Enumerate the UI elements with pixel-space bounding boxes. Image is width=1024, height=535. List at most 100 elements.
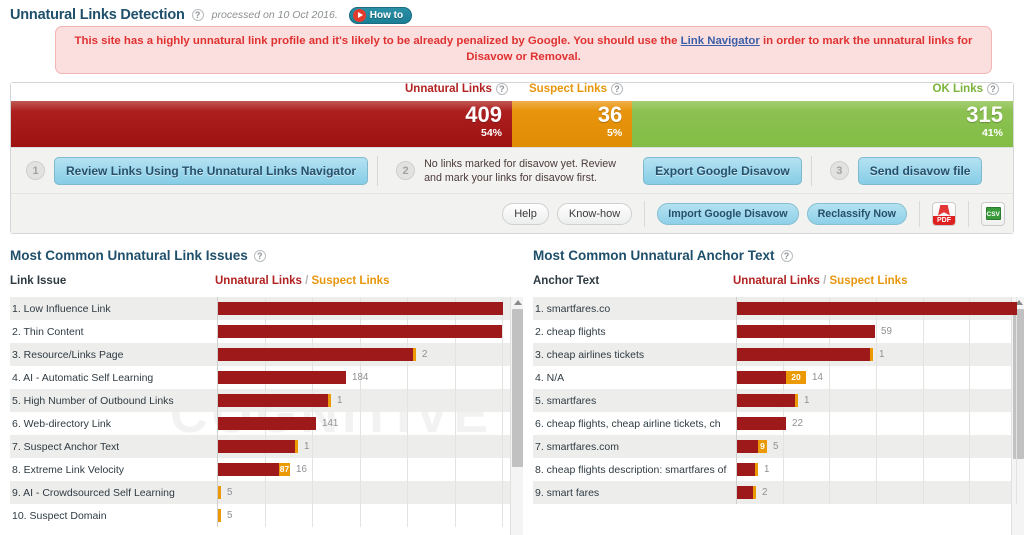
know-how-button[interactable]: Know-how <box>556 202 633 225</box>
question-mark-icon[interactable]: ? <box>987 83 999 95</box>
bar-unnatural-links[interactable] <box>737 302 1017 315</box>
chart-bar-row[interactable]: 1. smartfares.co <box>533 297 1024 320</box>
bar-value-label: 22 <box>792 418 803 429</box>
bar-unnatural-links[interactable] <box>737 348 870 361</box>
chart-bar-row[interactable]: 2. Thin Content <box>10 320 523 343</box>
segment-unnatural-links[interactable]: 409 54% <box>11 101 512 147</box>
bar-value-label: 1 <box>304 441 310 452</box>
chart-bar-row[interactable]: 4. AI - Automatic Self Learning 184 <box>10 366 523 389</box>
how-to-button[interactable]: How to <box>348 6 413 24</box>
review-links-navigator-button[interactable]: Review Links Using The Unnatural Links N… <box>54 156 369 185</box>
bar-unnatural-links[interactable] <box>737 486 753 499</box>
csv-export-icon[interactable]: CSV <box>981 201 1005 226</box>
bar-suspect-links[interactable] <box>218 509 221 522</box>
play-icon <box>352 8 366 22</box>
bar-value-label: 5 <box>227 510 233 521</box>
help-button[interactable]: Help <box>502 202 549 225</box>
segment-suspect-links[interactable]: 36 5% <box>512 101 633 147</box>
bar-suspect-links[interactable]: 87 <box>279 463 290 476</box>
chart-bar-row[interactable]: 1. Low Influence Link <box>10 297 523 320</box>
bar-value-label: 1 <box>879 349 885 360</box>
bar-group <box>737 297 1017 320</box>
chart-bar-row[interactable]: 5. High Number of Outbound Links 1 <box>10 389 523 412</box>
bar-suspect-links[interactable] <box>328 394 331 407</box>
reclassify-now-button[interactable]: Reclassify Now <box>806 202 907 225</box>
segment-ok-links[interactable]: 315 41% <box>632 101 1013 147</box>
question-mark-icon[interactable]: ? <box>780 249 793 262</box>
chart-bar-row[interactable]: 8. cheap flights description: smartfares… <box>533 458 1024 481</box>
question-mark-icon[interactable]: ? <box>191 9 204 21</box>
question-mark-icon[interactable]: ? <box>253 249 266 262</box>
category-label: 1. Low Influence Link <box>12 302 111 315</box>
bar-suspect-links[interactable] <box>413 348 416 361</box>
column-header-link-issue: Link Issue <box>10 275 67 287</box>
bar-unnatural-links[interactable] <box>218 417 316 430</box>
bar-unnatural-links[interactable] <box>737 440 758 453</box>
chart-bar-row[interactable]: 6. cheap flights, cheap airline tickets,… <box>533 412 1024 435</box>
alert-wrapper: This site has a highly unnatural link pr… <box>0 24 1024 74</box>
bar-value-label: 5 <box>773 441 779 452</box>
category-label: 7. Suspect Anchor Text <box>12 440 120 453</box>
chart-bar-row[interactable]: 10. Suspect Domain 5 <box>10 504 523 527</box>
bar-unnatural-links[interactable] <box>737 394 795 407</box>
bar-unnatural-links[interactable] <box>218 348 413 361</box>
bar-group: 59 <box>737 320 892 343</box>
bar-suspect-links[interactable] <box>870 348 873 361</box>
bar-unnatural-links[interactable] <box>218 325 502 338</box>
bar-value-label: 16 <box>296 464 307 475</box>
legend-unnatural-links: Unnatural Links <box>733 275 820 287</box>
question-mark-icon[interactable]: ? <box>610 83 623 95</box>
chart-bar-row[interactable]: 6. Web-directory Link 141 <box>10 412 523 435</box>
bar-suspect-links[interactable]: 20 <box>786 371 806 384</box>
chart-bar-row[interactable]: 5. smartfares 1 <box>533 389 1024 412</box>
chart-scrollbar-left[interactable] <box>510 297 523 535</box>
bar-suspect-links[interactable] <box>755 463 758 476</box>
bar-suspect-links[interactable] <box>795 394 798 407</box>
question-mark-icon[interactable]: ? <box>495 83 508 95</box>
chart-bar-row[interactable]: 3. cheap airlines tickets 1 <box>533 343 1024 366</box>
chart-bar-row[interactable]: 7. smartfares.com 9 5 <box>533 435 1024 458</box>
scrollbar-thumb[interactable] <box>512 309 523 467</box>
chart-title-text: Most Common Unnatural Anchor Text <box>533 248 775 263</box>
bar-group: 2 <box>737 481 767 504</box>
bar-unnatural-links[interactable] <box>737 325 875 338</box>
bar-unnatural-links[interactable] <box>737 371 786 384</box>
scrollbar-thumb[interactable] <box>1013 309 1024 459</box>
bar-group: 184 <box>218 366 368 389</box>
bar-suspect-links[interactable] <box>295 440 298 453</box>
stat-label-ok-text: OK Links <box>932 83 983 95</box>
chart-link-issues-title: Most Common Unnatural Link Issues ? <box>10 248 523 263</box>
chart-bar-row[interactable]: 3. Resource/Links Page 2 <box>10 343 523 366</box>
chart-bar-row[interactable]: 7. Suspect Anchor Text 1 <box>10 435 523 458</box>
chart-bar-row[interactable]: 4. N/A 20 14 <box>533 366 1024 389</box>
divider <box>968 200 969 227</box>
stat-labels-row: Unnatural Links ? Suspect Links ? OK Lin… <box>11 83 1013 101</box>
export-google-disavow-button[interactable]: Export Google Disavow <box>643 156 802 185</box>
suspect-count: 36 <box>597 102 623 127</box>
chart-bar-row[interactable]: 9. AI - Crowdsourced Self Learning 5 <box>10 481 523 504</box>
chart-bar-row[interactable]: 2. cheap flights 59 <box>533 320 1024 343</box>
chart-link-issues-body: COGNITIVE 1. Low Influence Link 2. Thin Co… <box>10 297 523 535</box>
bar-unnatural-links[interactable] <box>218 463 279 476</box>
chart-bar-row[interactable]: 9. smart fares 2 <box>533 481 1024 504</box>
bar-unnatural-links[interactable] <box>737 417 786 430</box>
bar-unnatural-links[interactable] <box>218 440 295 453</box>
bar-unnatural-links[interactable] <box>737 463 755 476</box>
bar-suspect-links[interactable] <box>218 486 221 499</box>
link-navigator-link[interactable]: Link Navigator <box>681 35 760 47</box>
bar-unnatural-links[interactable] <box>218 302 503 315</box>
bar-suspect-links[interactable]: 9 <box>758 440 767 453</box>
chart-bar-row[interactable]: 8. Extreme Link Velocity 87 16 <box>10 458 523 481</box>
bar-unnatural-links[interactable] <box>218 371 346 384</box>
bar-unnatural-links[interactable] <box>218 394 328 407</box>
bar-group: 22 <box>737 412 803 435</box>
scroll-up-icon[interactable] <box>511 297 523 308</box>
ok-percent: 41% <box>981 127 1003 139</box>
chart-scrollbar-right[interactable] <box>1011 297 1024 535</box>
bar-suspect-links[interactable] <box>753 486 756 499</box>
import-google-disavow-button[interactable]: Import Google Disavow <box>657 202 799 225</box>
page-header: Unnatural Links Detection ? processed on… <box>0 0 1024 24</box>
send-disavow-file-button[interactable]: Send disavow file <box>857 156 983 185</box>
pdf-export-icon[interactable]: PDF <box>932 201 956 226</box>
category-label: 3. cheap airlines tickets <box>535 348 645 361</box>
